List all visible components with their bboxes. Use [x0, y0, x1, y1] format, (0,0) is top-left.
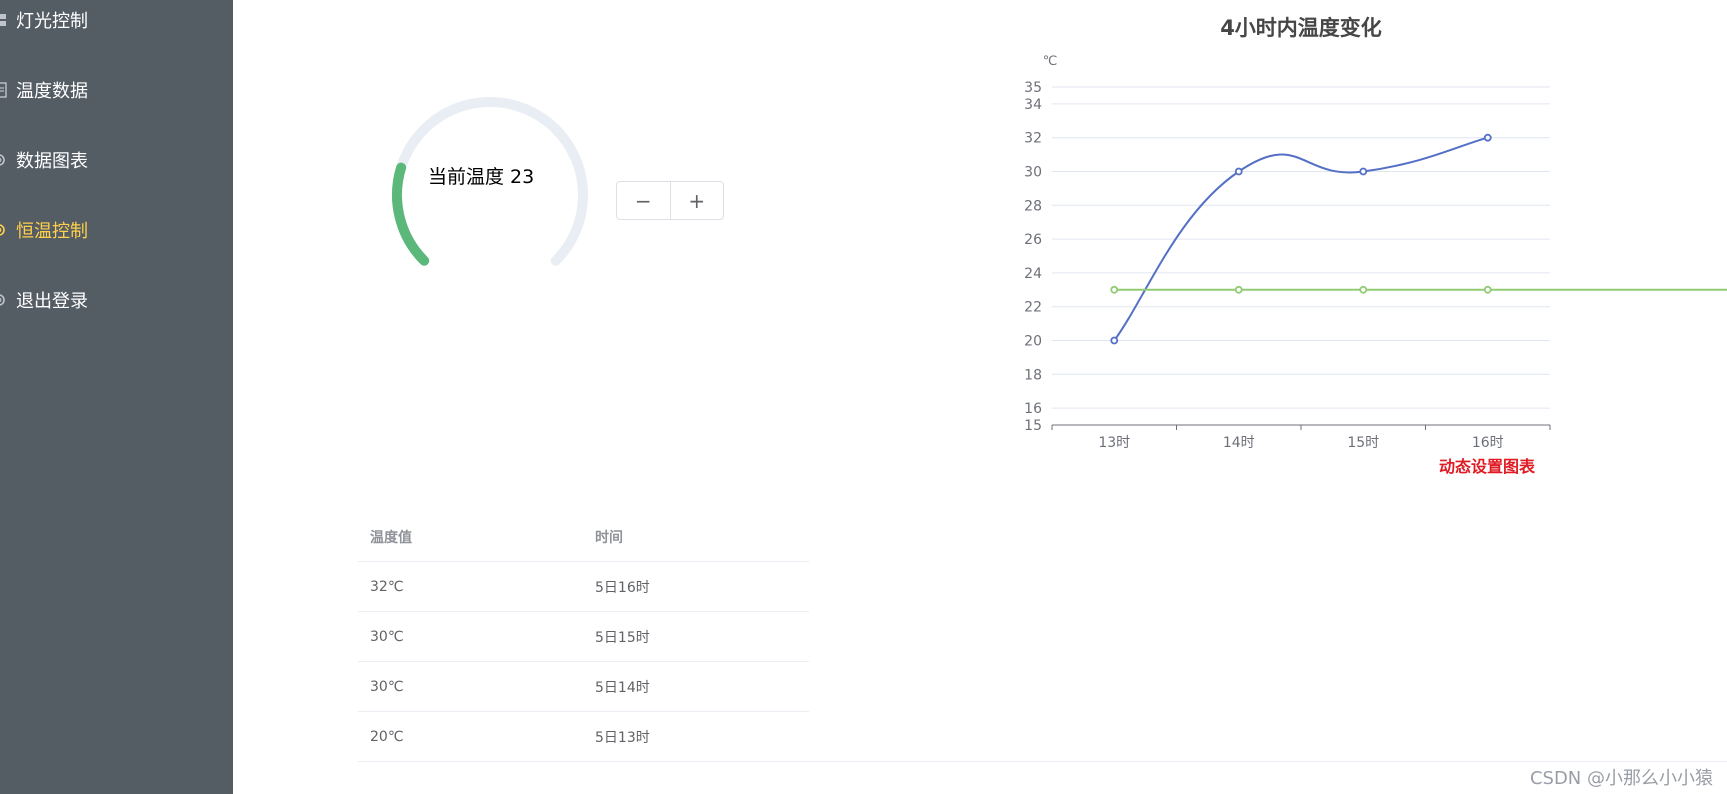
- temperature-gauge: [385, 90, 595, 300]
- table-row: 30℃ 5日15时: [358, 611, 809, 662]
- chart-title: 4小时内温度变化: [1220, 16, 1382, 40]
- data-point: [1234, 285, 1243, 294]
- y-tick-label: 35: [1024, 80, 1042, 96]
- temperature-stepper[interactable]: − +: [616, 181, 724, 220]
- gear-icon: [0, 291, 10, 309]
- x-tick-label: 13时: [1098, 435, 1130, 451]
- y-tick-label: 16: [1024, 401, 1042, 417]
- data-point: [1359, 285, 1368, 294]
- data-point: [1483, 285, 1492, 294]
- sidebar-item-temperature-data[interactable]: 温度数据: [0, 70, 233, 110]
- table-cell-time: 5日13时: [583, 711, 809, 762]
- sidebar-item-thermostat-control[interactable]: 恒温控制: [0, 210, 233, 250]
- gear-icon: [0, 151, 10, 169]
- table-row: 30℃ 5日14时: [358, 661, 809, 712]
- y-tick-label: 28: [1024, 198, 1042, 214]
- decrement-button[interactable]: −: [617, 182, 671, 219]
- sidebar-menu: 灯光控制 温度数据 数据图表 恒温控制 退出登录: [0, 0, 233, 794]
- sidebar-item-label: 数据图表: [16, 151, 88, 172]
- table-header-row: 温度值 时间: [358, 512, 809, 562]
- x-tick-label: 14时: [1223, 435, 1255, 451]
- menu-icon: [0, 11, 10, 29]
- table-cell-temperature: 30℃: [358, 661, 583, 712]
- table-cell-temperature: 32℃: [358, 561, 583, 612]
- table-cell-time: 5日14时: [583, 661, 809, 712]
- table-row: 20℃ 5日13时: [358, 711, 809, 762]
- sidebar-item-label: 恒温控制: [16, 221, 88, 242]
- y-tick-label: 15: [1024, 418, 1042, 434]
- data-point: [1483, 133, 1492, 142]
- x-tick-label: 15时: [1347, 435, 1379, 451]
- sidebar-item-data-chart[interactable]: 数据图表: [0, 140, 233, 180]
- sidebar-item-label: 温度数据: [16, 81, 88, 102]
- table-row: 32℃ 5日16时: [358, 561, 809, 612]
- x-tick-label: 16时: [1472, 435, 1504, 451]
- table-cell-time: 5日15时: [583, 611, 809, 662]
- data-point: [1110, 285, 1119, 294]
- temperature-line-chart: 4小时内温度变化 ℃ 1516 18 20 22 24 26 28 30 32 3435 13时 14时 1…: [1024, 16, 1727, 476]
- watermark-text: CSDN @小那么小小猿: [1529, 768, 1713, 789]
- temperature-table: 温度值 时间 32℃ 5日16时 30℃ 5日15时 30℃ 5日14时 20℃…: [358, 512, 809, 762]
- data-point: [1110, 336, 1119, 345]
- y-tick-label: 22: [1024, 300, 1042, 316]
- table-cell-temperature: 30℃: [358, 611, 583, 662]
- table-cell-temperature: 20℃: [358, 711, 583, 762]
- y-tick-label: 24: [1024, 266, 1042, 282]
- y-tick-label: 26: [1024, 232, 1042, 248]
- gear-icon: [0, 221, 10, 239]
- chart-annotation: 动态设置图表: [1439, 457, 1536, 476]
- gauge-fill: [392, 162, 430, 266]
- sidebar-item-light-control[interactable]: 灯光控制: [0, 0, 233, 40]
- sidebar-item-logout[interactable]: 退出登录: [0, 280, 233, 320]
- sidebar-item-label: 退出登录: [16, 291, 88, 312]
- increment-button[interactable]: +: [670, 182, 723, 219]
- y-tick-label: 34: [1024, 97, 1042, 113]
- data-point: [1234, 167, 1243, 176]
- y-tick-label: 30: [1024, 165, 1042, 181]
- current-temperature-label: 当前温度 23: [428, 166, 535, 188]
- y-tick-label: 32: [1024, 131, 1042, 147]
- divider: [358, 761, 1727, 762]
- y-axis-label: ℃: [1043, 54, 1058, 69]
- sidebar-item-label: 灯光控制: [16, 11, 88, 32]
- y-tick-label: 20: [1024, 334, 1042, 350]
- y-tick-label: 18: [1024, 367, 1042, 383]
- column-header-time: 时间: [583, 512, 809, 562]
- table-cell-time: 5日16时: [583, 561, 809, 612]
- document-icon: [0, 81, 10, 99]
- data-point: [1359, 167, 1368, 176]
- column-header-temperature: 温度值: [358, 512, 583, 562]
